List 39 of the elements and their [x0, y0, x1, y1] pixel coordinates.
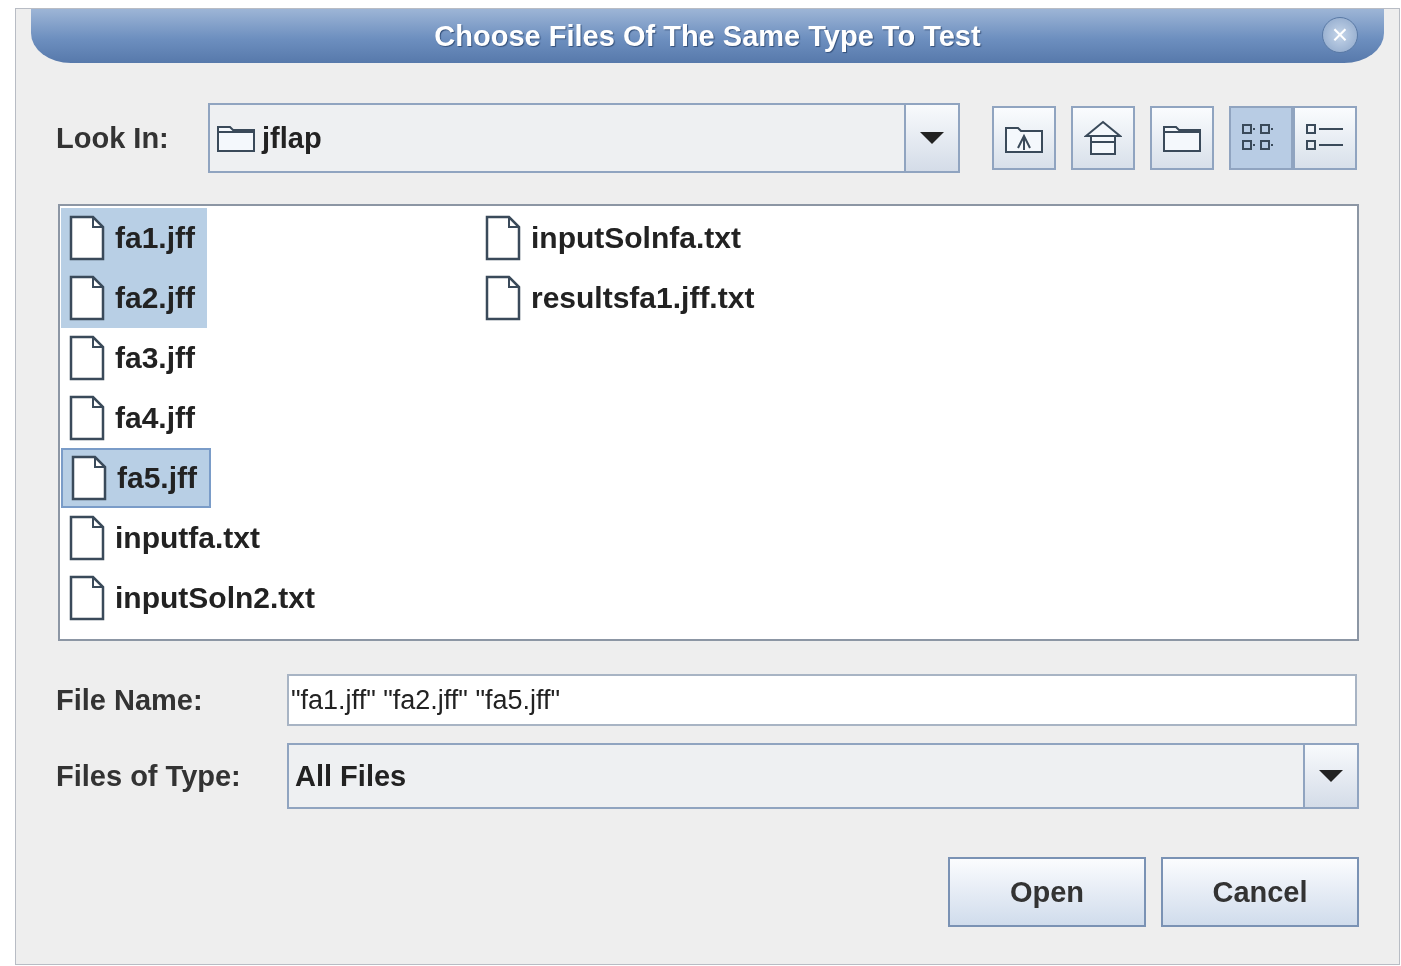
file-item[interactable]: fa1.jff: [61, 208, 207, 268]
file-type-label: Files of Type:: [56, 759, 242, 793]
file-name-label: File Name:: [56, 683, 204, 717]
file-type-value: All Files: [294, 758, 408, 794]
file-item[interactable]: inputSoln2.txt: [61, 568, 327, 628]
look-in-label: Look In:: [56, 121, 170, 155]
file-icon: [69, 275, 105, 321]
file-icon: [69, 515, 105, 561]
file-item[interactable]: inputSolnfa.txt: [477, 208, 753, 268]
file-item[interactable]: inputfa.txt: [61, 508, 272, 568]
file-icon: [69, 215, 105, 261]
file-name-field[interactable]: "fa1.jff" "fa2.jff" "fa5.jff": [287, 674, 1357, 726]
look-in-dropdown[interactable]: jflap: [208, 103, 960, 173]
toolbar-button[interactable]: [992, 106, 1056, 170]
toolbar-button[interactable]: [1293, 106, 1357, 170]
file-icon: [69, 395, 105, 441]
file-item[interactable]: fa4.jff: [61, 388, 207, 448]
dialog-button[interactable]: Open: [948, 857, 1146, 927]
file-item[interactable]: fa2.jff: [61, 268, 207, 328]
file-type-dropdown[interactable]: All Files: [287, 743, 1359, 809]
file-icon: [69, 335, 105, 381]
dialog-button[interactable]: Cancel: [1161, 857, 1359, 927]
look-in-value: jflap: [262, 121, 322, 155]
file-item[interactable]: fa3.jff: [61, 328, 207, 388]
folder-icon: [216, 123, 256, 153]
window-title: Choose Files Of The Same Type To Test: [434, 19, 981, 53]
caret-icon: [1318, 769, 1344, 783]
toolbar-button[interactable]: [1229, 106, 1293, 170]
toolbar-button[interactable]: [1071, 106, 1135, 170]
file-icon: [69, 575, 105, 621]
file-item[interactable]: resultsfa1.jff.txt: [477, 268, 767, 328]
folder-icon: [1162, 123, 1202, 153]
file-item[interactable]: fa5.jff: [61, 448, 211, 508]
file-icon: [485, 275, 521, 321]
home-icon: [1084, 120, 1122, 156]
file-icon: [485, 215, 521, 261]
caret-icon: [919, 131, 945, 145]
file-icon: [71, 455, 107, 501]
toolbar-button[interactable]: [1150, 106, 1214, 170]
